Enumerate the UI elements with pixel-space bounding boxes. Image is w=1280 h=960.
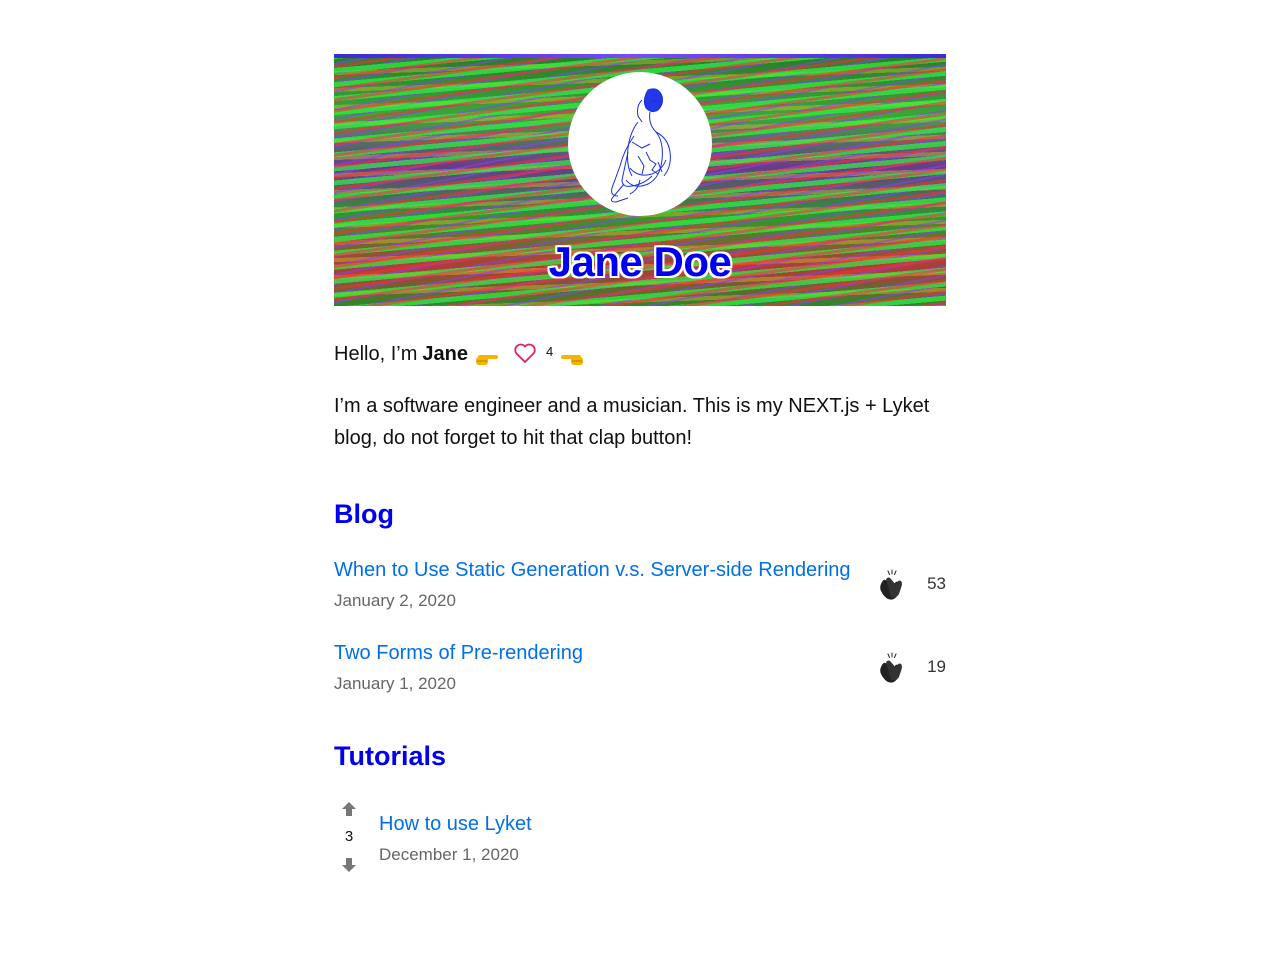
like-widget: 4: [512, 338, 553, 370]
blog-post-date: January 1, 2020: [334, 674, 456, 693]
banner-top-stripe: [334, 54, 946, 58]
clapping-hands-icon: [876, 568, 908, 600]
tutorial-link[interactable]: How to use Lyket: [379, 813, 532, 835]
blog-post-body: When to Use Static Generation v.s. Serve…: [334, 554, 854, 613]
blog-post-link[interactable]: Two Forms of Pre-rendering: [334, 642, 583, 664]
tutorials-heading: Tutorials: [334, 741, 447, 771]
avatar: [568, 72, 712, 216]
clapping-hands-icon: [876, 651, 908, 683]
blog-post-item: Two Forms of Pre-rendering January 1, 20…: [334, 637, 946, 696]
tutorial-body: How to use Lyket December 1, 2020: [379, 808, 899, 867]
tutorial-date: December 1, 2020: [379, 844, 519, 864]
greeting-text: Hello, I’m: [334, 343, 418, 365]
page-content: Jane Doe Hello, I’m Jane 4 I’m a softwar…: [334, 54, 946, 874]
clap-count: 53: [927, 573, 946, 593]
banner-title: Jane Doe: [548, 238, 732, 285]
vote-widget: 3: [334, 800, 364, 874]
greeting-line: Hello, I’m Jane 4: [334, 338, 946, 370]
greeting-name: Jane: [422, 343, 468, 365]
blog-post-body: Two Forms of Pre-rendering January 1, 20…: [334, 637, 854, 696]
blog-post-item: When to Use Static Generation v.s. Serve…: [334, 554, 946, 613]
heart-icon[interactable]: [512, 340, 538, 366]
bio-paragraph: I’m a software engineer and a musician. …: [334, 395, 930, 449]
clap-button[interactable]: 53: [876, 568, 946, 600]
avatar-illustration: [610, 88, 671, 203]
blog-post-date: January 2, 2020: [334, 591, 456, 610]
header-banner: Jane Doe: [334, 54, 946, 306]
clap-count: 19: [927, 656, 946, 676]
like-count: 4: [545, 344, 554, 359]
vote-count: 3: [344, 828, 354, 845]
blog-heading: Blog: [334, 499, 394, 529]
arrow-down-icon[interactable]: [340, 856, 358, 874]
arrow-up-icon[interactable]: [340, 800, 358, 818]
hand-pointing-left-icon: [559, 345, 585, 365]
clap-button[interactable]: 19: [876, 651, 946, 683]
tutorial-item: 3 How to use Lyket December 1, 2020: [334, 800, 946, 874]
blog-post-link[interactable]: When to Use Static Generation v.s. Serve…: [334, 559, 851, 581]
hand-pointing-right-icon: [474, 345, 500, 365]
